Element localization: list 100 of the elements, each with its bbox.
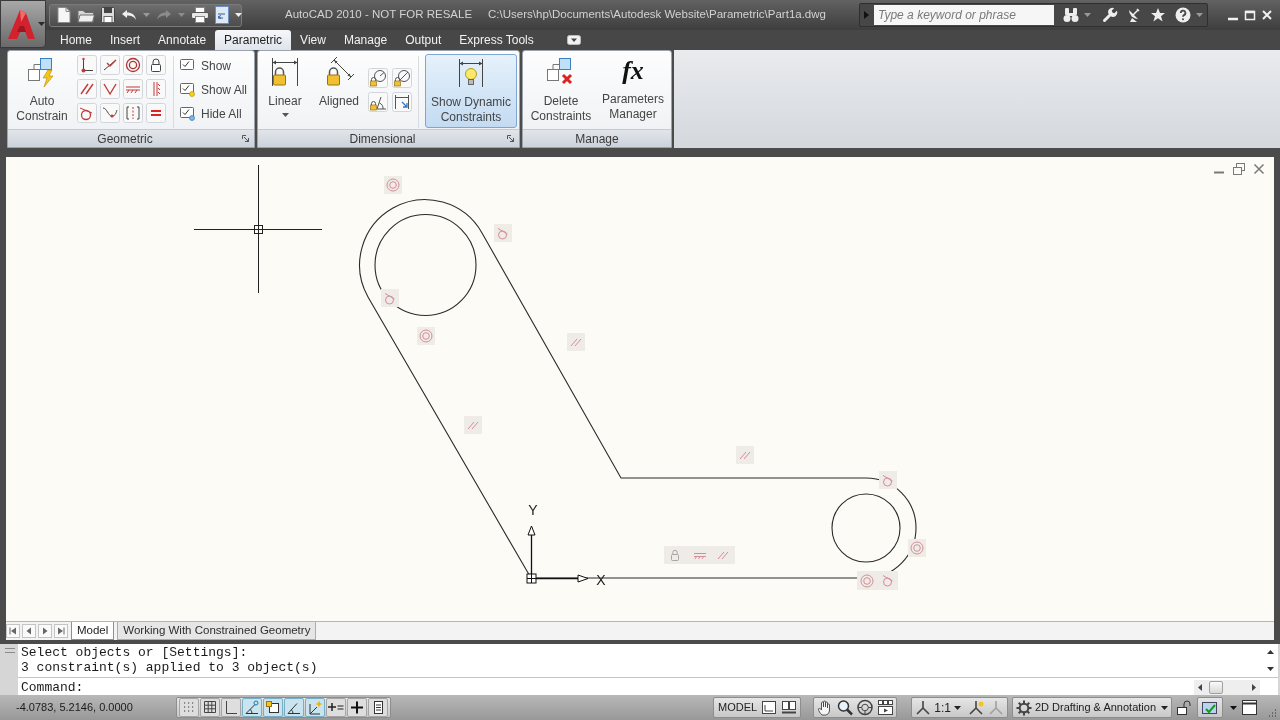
steering-wheel-icon[interactable]: [856, 699, 875, 716]
skip-right-icon[interactable]: [54, 624, 68, 638]
close-icon[interactable]: [1253, 163, 1265, 175]
wrench-icon[interactable]: [1102, 7, 1118, 23]
lock-icon[interactable]: [146, 55, 166, 75]
diameter-lock-icon[interactable]: [392, 68, 412, 88]
delete-constraints-button[interactable]: Delete Constraints: [528, 54, 594, 124]
logo-icon: [6, 8, 36, 40]
application-menu-button[interactable]: [0, 0, 46, 48]
parameters-manager-button[interactable]: fx Parameters Manager: [598, 54, 668, 122]
caret-icon[interactable]: [1230, 705, 1237, 710]
perpendicular-lines-icon[interactable]: [100, 79, 120, 99]
restore-icon[interactable]: [1233, 163, 1245, 175]
crosshair-icon[interactable]: [347, 698, 367, 717]
maximize-icon[interactable]: [1244, 9, 1256, 21]
ribbon-tab[interactable]: Parametric: [215, 30, 292, 50]
dialog-launcher-icon[interactable]: [242, 135, 249, 142]
ribbon-tab[interactable]: View: [291, 30, 335, 50]
folder-icon[interactable]: [77, 7, 95, 23]
list-icon[interactable]: [368, 698, 388, 717]
angle-arc-icon[interactable]: [242, 698, 262, 717]
dimension-convert-icon[interactable]: [392, 92, 412, 112]
caret-icon[interactable]: [235, 13, 242, 17]
scrollbar-thumb[interactable]: [1209, 681, 1223, 695]
layout-sheet-icon[interactable]: [760, 699, 779, 716]
brackets-icon[interactable]: [123, 103, 143, 123]
show-button[interactable]: Show: [180, 54, 248, 78]
model-space-button[interactable]: MODEL: [717, 698, 759, 717]
search-field[interactable]: Type a keyword or phrase: [874, 5, 1054, 25]
x-axis-label: X: [596, 572, 606, 588]
printer-icon[interactable]: [191, 7, 209, 23]
angle-icon[interactable]: [284, 698, 304, 717]
film-icon[interactable]: [876, 699, 895, 716]
ribbon-tab[interactable]: Output: [396, 30, 451, 50]
app-title: AutoCAD 2010 - NOT FOR RESALE: [285, 7, 473, 23]
window-icon[interactable]: [1241, 699, 1258, 716]
magnifier-icon[interactable]: [836, 699, 855, 716]
help-icon[interactable]: [1175, 7, 1191, 23]
horizontal-scrollbar[interactable]: [1194, 680, 1260, 696]
dotted-grid-icon[interactable]: [179, 698, 199, 717]
workspace-button[interactable]: 2D Drafting & Annotation: [1015, 698, 1168, 717]
caret-icon: [1161, 705, 1168, 710]
parallel-lines-icon: [464, 416, 482, 434]
scroll-left-icon[interactable]: [1198, 684, 1202, 692]
dialog-launcher-icon[interactable]: [507, 135, 514, 142]
hide-all-button[interactable]: Hide All: [180, 102, 248, 126]
lock-dimension-icon: [269, 56, 301, 88]
angle-lock-icon[interactable]: [368, 92, 388, 112]
auto-constrain-button[interactable]: Auto Constrain: [12, 54, 72, 124]
parallel-lines-icon[interactable]: [77, 79, 97, 99]
padlock-icon[interactable]: [1175, 699, 1193, 716]
lock-icon: [671, 549, 679, 561]
linear-button[interactable]: Linear: [262, 54, 308, 117]
layout-tab[interactable]: Working With Constrained Geometry: [117, 622, 317, 640]
right-angle-icon[interactable]: [221, 698, 241, 717]
window-check-icon: [180, 83, 196, 97]
window-check-icon: [180, 107, 196, 121]
ribbon-tab[interactable]: Express Tools: [450, 30, 543, 50]
scroll-up-icon[interactable]: [1266, 650, 1274, 655]
hole-circle: [831, 493, 901, 563]
ribbon-tab[interactable]: Manage: [334, 30, 397, 50]
corner-point-icon[interactable]: [77, 55, 97, 75]
scroll-down-icon[interactable]: [1266, 666, 1274, 671]
ribbon-tab[interactable]: Insert: [101, 30, 150, 50]
undo-arrow-icon[interactable]: [121, 9, 137, 21]
drawing-canvas[interactable]: Y X: [6, 157, 1274, 621]
equal-sign-icon[interactable]: [146, 103, 166, 123]
concentric-circles-icon: [417, 327, 435, 345]
satellite-dish-icon[interactable]: [1126, 7, 1142, 23]
ribbon-tab[interactable]: Annotate: [149, 30, 216, 50]
show-dynamic-constraints-button[interactable]: Show Dynamic Constraints: [425, 54, 517, 128]
annotation-scale-button[interactable]: 1:1: [934, 698, 961, 717]
caret-icon: [38, 22, 45, 26]
ribbon-toggle-icon[interactable]: [566, 35, 581, 45]
grid-icon[interactable]: [200, 698, 220, 717]
show-all-button[interactable]: Show All: [180, 78, 248, 102]
ucs-icon: [526, 525, 589, 584]
document-icon[interactable]: [215, 6, 229, 24]
slanted-lines-icon[interactable]: [100, 55, 120, 75]
skip-left-icon[interactable]: [6, 624, 20, 638]
scroll-right-icon[interactable]: [1252, 684, 1256, 692]
parallel-lines-icon: [567, 333, 585, 351]
binoculars-icon[interactable]: [1063, 7, 1079, 23]
layout-tab[interactable]: Model: [71, 622, 115, 640]
radius-lock-icon[interactable]: [368, 68, 388, 88]
grip-lines-icon[interactable]: [5, 648, 15, 653]
curve-icon[interactable]: [100, 103, 120, 123]
plus-lines-icon[interactable]: [326, 698, 346, 717]
parallel-lines-icon: [736, 446, 754, 464]
ribbon-tab[interactable]: Home: [51, 30, 101, 50]
two-panes-icon[interactable]: [780, 699, 799, 716]
file-path: C:\Users\hp\Documents\Autodesk Website\Parametric\Part1a.dwg: [488, 7, 826, 23]
concentric-circles-icon[interactable]: [123, 55, 143, 75]
blank-page-icon[interactable]: [57, 7, 71, 23]
star-icon[interactable]: [1150, 7, 1166, 23]
fx-symbol: fx: [622, 55, 644, 87]
resize-grip-icon[interactable]: [1267, 708, 1277, 718]
square-corner-icon[interactable]: [263, 698, 283, 717]
panel-title: Manage: [574, 130, 620, 148]
aligned-button[interactable]: Aligned: [314, 54, 364, 109]
